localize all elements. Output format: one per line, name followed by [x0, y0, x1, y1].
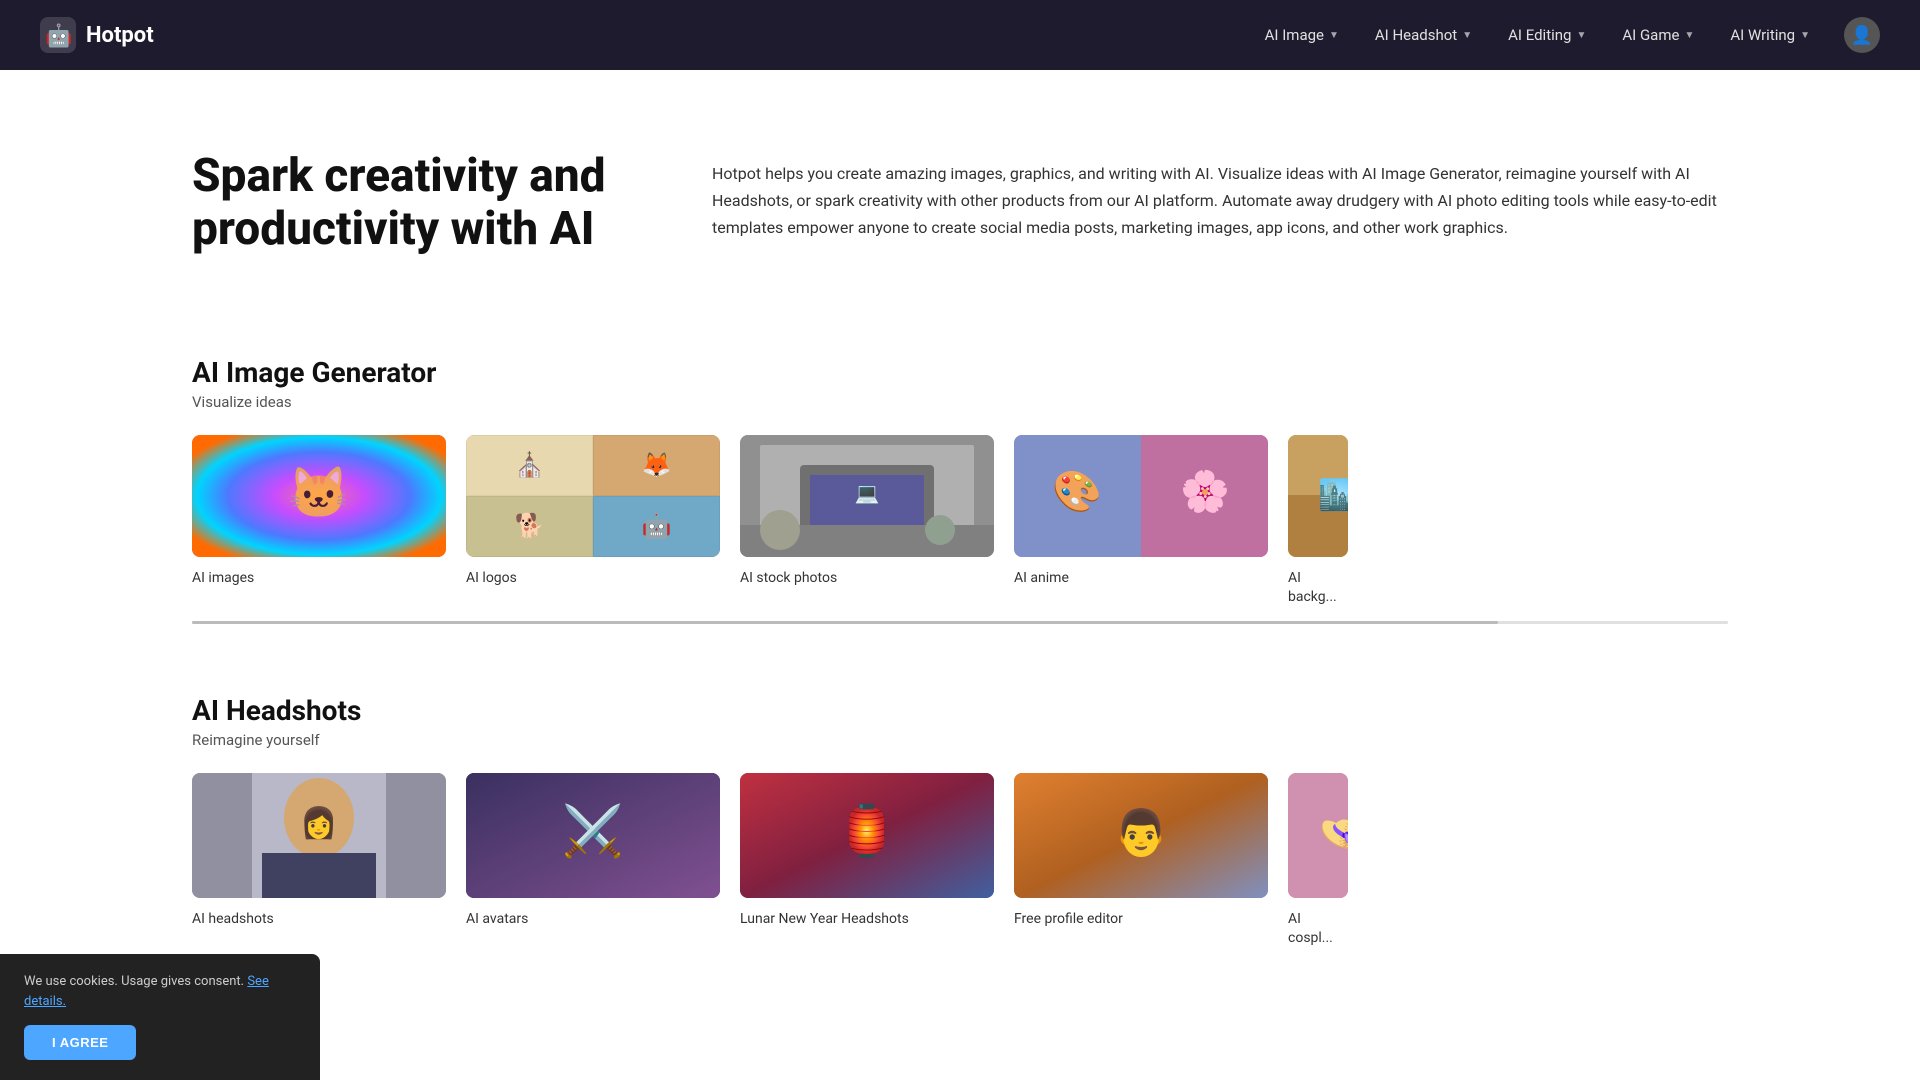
profile-editor-label: Free profile editor: [1014, 911, 1123, 927]
cookie-banner: We use cookies. Usage gives consent. See…: [0, 954, 320, 1080]
lunar-headshot-image: 🏮: [740, 773, 994, 898]
hotpot-logo-icon: 🤖: [40, 17, 76, 53]
cookie-text: We use cookies. Usage gives consent. See…: [24, 972, 296, 1011]
nav-item-ai-headshot[interactable]: AI Headshot ▼: [1361, 18, 1486, 52]
svg-text:💻: 💻: [855, 481, 880, 505]
gallery-item-avatars[interactable]: ⚔️ AI avatars: [466, 773, 720, 946]
lunar-label: Lunar New Year Headshots: [740, 911, 909, 927]
image-generator-subtitle: Visualize ideas: [192, 393, 1728, 411]
ai-logos-thumbnail: ⛪ 🦊 🐕 🤖: [466, 435, 720, 557]
nav-item-ai-image[interactable]: AI Image ▼: [1251, 18, 1353, 52]
svg-text:⚔️: ⚔️: [562, 802, 624, 861]
chevron-down-icon: ▼: [1329, 30, 1339, 41]
svg-text:👒: 👒: [1318, 811, 1348, 858]
hero-description: Hotpot helps you create amazing images, …: [712, 160, 1728, 242]
navbar: 🤖 Hotpot AI Image ▼ AI Headshot ▼ AI Edi…: [0, 0, 1920, 70]
gallery-item-cosplay-partial[interactable]: 👒 AI cospl...: [1288, 773, 1348, 946]
user-icon: 👤: [1851, 25, 1873, 46]
hero-right: Hotpot helps you create amazing images, …: [712, 150, 1728, 242]
logo-cell-3: 🐕: [466, 496, 593, 557]
nav-item-ai-writing[interactable]: AI Writing ▼: [1716, 18, 1824, 52]
svg-text:👩: 👩: [300, 805, 337, 841]
svg-text:🌸: 🌸: [1180, 468, 1230, 515]
headshots-title: AI Headshots: [192, 694, 1728, 727]
image-scroll-bar: [192, 621, 1728, 624]
headshots-thumbnail: 👩: [192, 773, 446, 898]
fantasy-avatar-image: ⚔️: [466, 773, 720, 898]
gallery-item-ai-stock[interactable]: 💻 AI stock photos: [740, 435, 994, 605]
logo-cell-4: 🤖: [593, 496, 720, 557]
nav-item-ai-editing[interactable]: AI Editing ▼: [1494, 18, 1600, 52]
workspace-image: 💻: [740, 435, 994, 557]
ai-anime-thumbnail: 🎨 🌸: [1014, 435, 1268, 557]
ai-background-partial-thumbnail: 🏙️: [1288, 435, 1348, 557]
image-scroll-fill: [192, 621, 1498, 624]
svg-text:🐱: 🐱: [288, 465, 350, 523]
headshots-label: AI headshots: [192, 911, 274, 927]
colorful-cat-image: 🐱: [192, 435, 446, 557]
avatars-thumbnail: ⚔️: [466, 773, 720, 898]
hero-section: Spark creativity and productivity with A…: [0, 70, 1920, 336]
ai-logos-label: AI logos: [466, 570, 517, 586]
image-gallery-row: 🐱 AI images ⛪ 🦊 🐕 🤖 AI logos: [192, 435, 1728, 605]
ai-images-label: AI images: [192, 570, 254, 586]
professional-headshot-image: 👩: [192, 773, 446, 898]
lunar-thumbnail: 🏮: [740, 773, 994, 898]
ai-stock-thumbnail: 💻: [740, 435, 994, 557]
cookie-agree-button[interactable]: I AGREE: [24, 1025, 136, 1060]
brand-name: Hotpot: [86, 23, 154, 48]
headshots-subtitle: Reimagine yourself: [192, 731, 1728, 749]
svg-text:🎨: 🎨: [1052, 467, 1102, 515]
ai-anime-label: AI anime: [1014, 570, 1069, 586]
profile-editor-image: 👨: [1014, 773, 1268, 898]
cosplay-label: AI cospl...: [1288, 911, 1333, 946]
profile-editor-thumbnail: 👨: [1014, 773, 1268, 898]
chevron-down-icon: ▼: [1576, 30, 1586, 41]
gallery-item-ai-images[interactable]: 🐱 AI images: [192, 435, 446, 605]
logo-cell-2: 🦊: [593, 435, 720, 496]
cosplay-partial-thumbnail: 👒: [1288, 773, 1348, 898]
user-avatar[interactable]: 👤: [1844, 17, 1880, 53]
svg-text:👨: 👨: [1113, 806, 1169, 859]
brand-logo-link[interactable]: 🤖 Hotpot: [40, 17, 154, 53]
nav-item-ai-game[interactable]: AI Game ▼: [1608, 18, 1708, 52]
avatars-label: AI avatars: [466, 911, 528, 927]
nav-links: AI Image ▼ AI Headshot ▼ AI Editing ▼ AI…: [1251, 17, 1880, 53]
background-partial-image: 🏙️: [1288, 435, 1348, 557]
image-generator-section: AI Image Generator Visualize ideas: [0, 336, 1920, 674]
svg-text:🤖: 🤖: [45, 23, 72, 49]
gallery-item-ai-anime[interactable]: 🎨 🌸 AI anime: [1014, 435, 1268, 605]
headshots-section: AI Headshots Reimagine yourself 👩 AI hea…: [0, 674, 1920, 996]
anime-image: 🎨 🌸: [1014, 435, 1268, 557]
svg-text:🏮: 🏮: [836, 802, 898, 861]
logo-cell-1: ⛪: [466, 435, 593, 496]
logos-grid-image: ⛪ 🦊 🐕 🤖: [466, 435, 720, 557]
hero-left: Spark creativity and productivity with A…: [192, 150, 652, 276]
headshots-gallery-row: 👩 AI headshots: [192, 773, 1728, 946]
ai-background-label: AI backg...: [1288, 570, 1337, 605]
cosplay-partial-image: 👒: [1288, 773, 1348, 898]
gallery-item-lunar[interactable]: 🏮 Lunar New Year Headshots: [740, 773, 994, 946]
ai-images-thumbnail: 🐱: [192, 435, 446, 557]
ai-stock-label: AI stock photos: [740, 570, 837, 586]
gallery-item-headshots[interactable]: 👩 AI headshots: [192, 773, 446, 946]
chevron-down-icon: ▼: [1462, 30, 1472, 41]
hero-title: Spark creativity and productivity with A…: [192, 150, 652, 256]
gallery-item-profile-editor[interactable]: 👨 Free profile editor: [1014, 773, 1268, 946]
gallery-item-ai-background-partial[interactable]: 🏙️ AI backg...: [1288, 435, 1348, 605]
image-generator-title: AI Image Generator: [192, 356, 1728, 389]
chevron-down-icon: ▼: [1684, 30, 1694, 41]
chevron-down-icon: ▼: [1800, 30, 1810, 41]
svg-text:🏙️: 🏙️: [1318, 477, 1348, 513]
gallery-item-ai-logos[interactable]: ⛪ 🦊 🐕 🤖 AI logos: [466, 435, 720, 605]
